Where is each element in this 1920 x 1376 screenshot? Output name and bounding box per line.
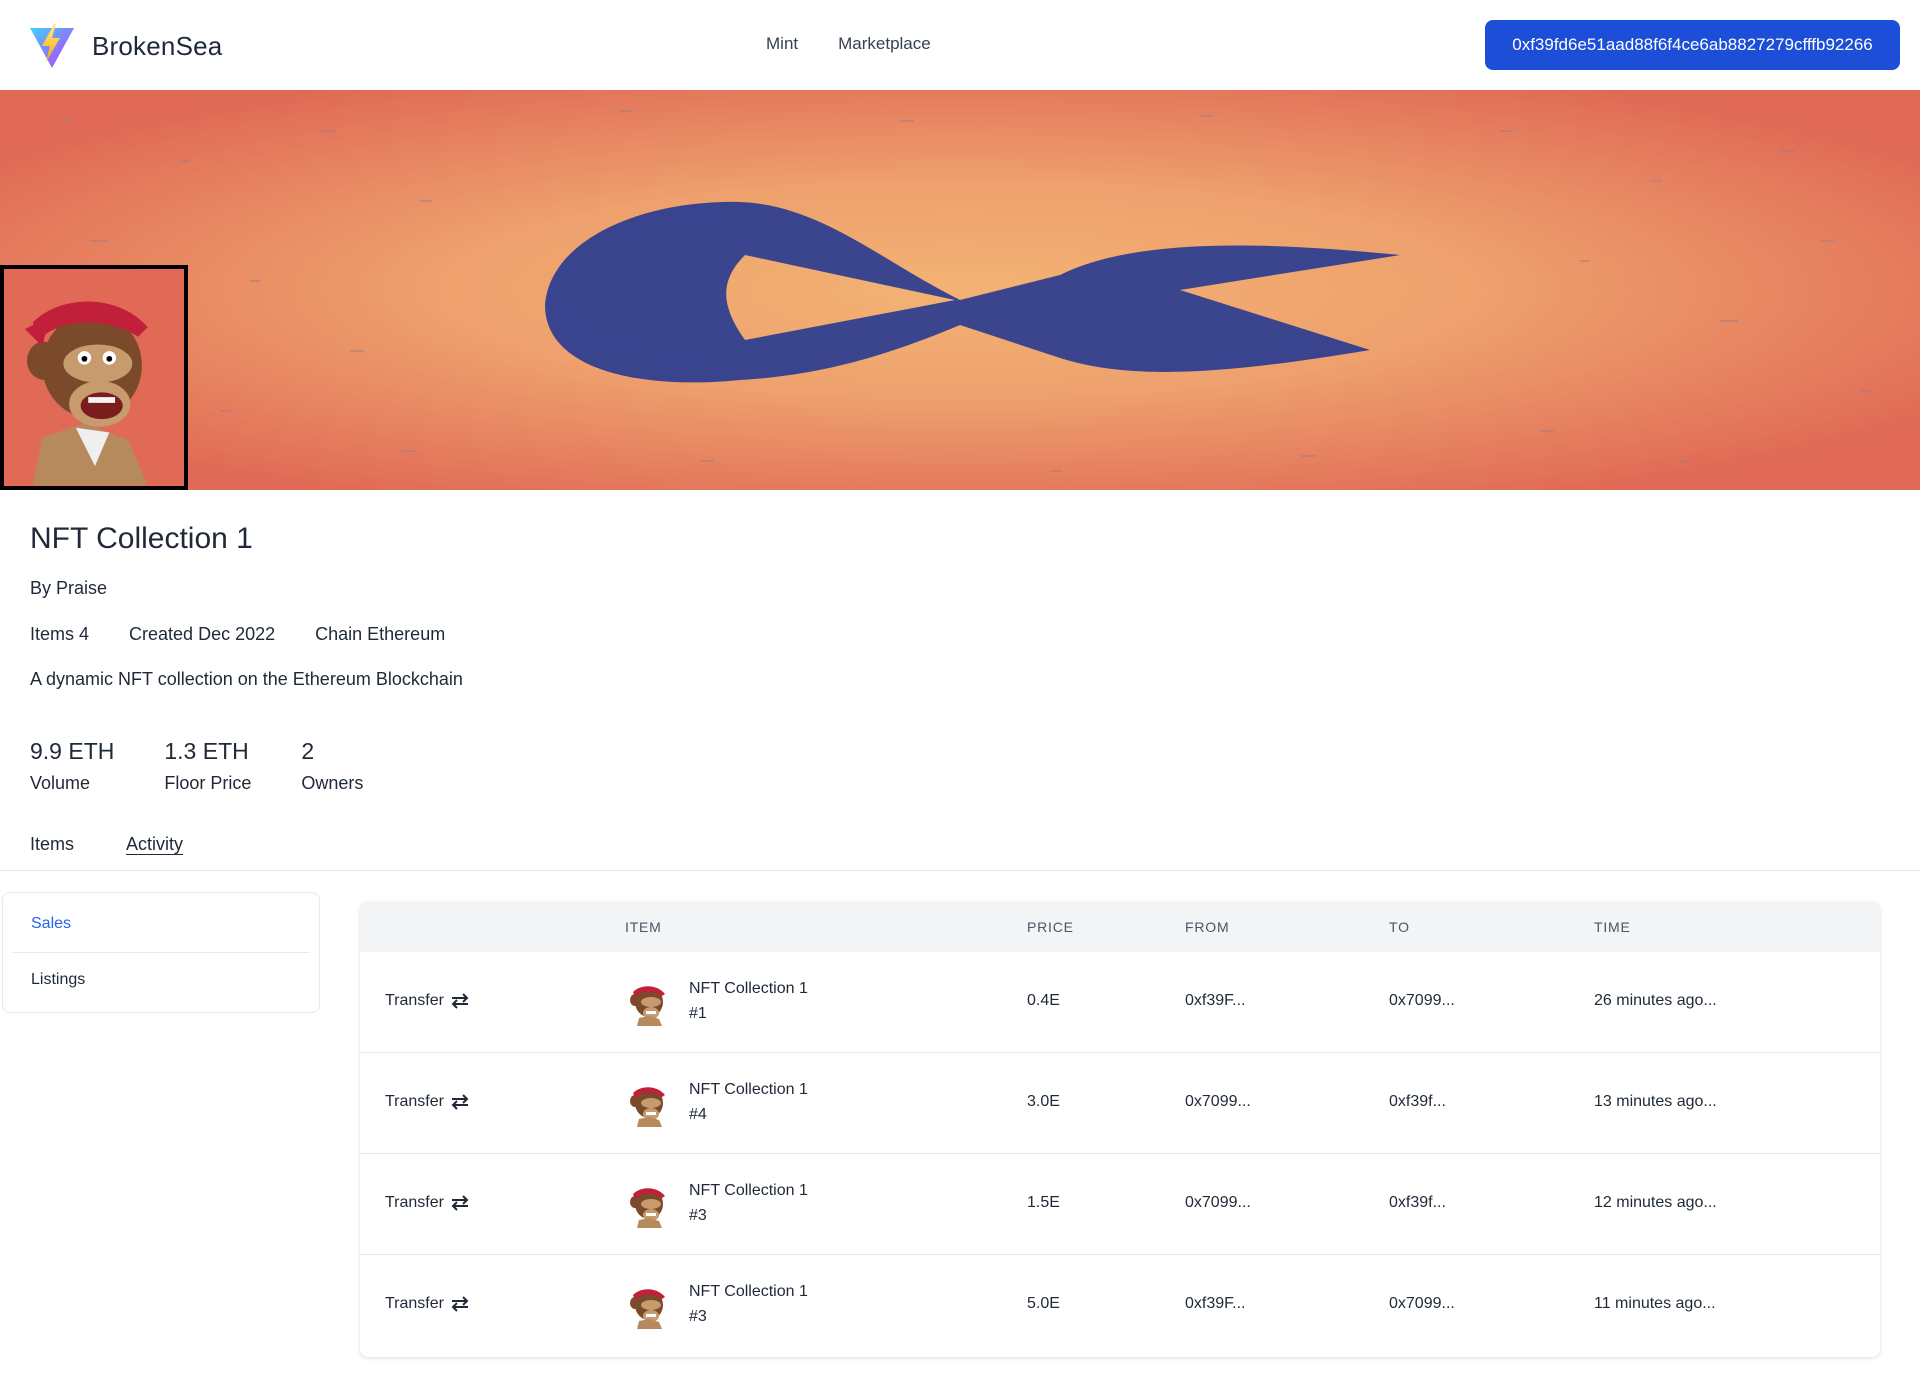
from-address[interactable]: 0xf39F... <box>1185 992 1245 1010</box>
tabs-divider <box>0 870 1920 871</box>
nft-thumbnail[interactable] <box>625 1182 671 1228</box>
collection-title: NFT Collection 1 <box>30 522 253 555</box>
table-row[interactable]: Transfer NFT Collection 1 #4 3.0E 0x7099… <box>360 1053 1880 1154</box>
transfer-arrows-icon <box>451 1094 469 1110</box>
sidebar-item-sales[interactable]: Sales <box>31 915 71 933</box>
event-cell: Transfer <box>385 1093 470 1111</box>
from-address[interactable]: 0x7099... <box>1185 1194 1251 1212</box>
sidebar-divider <box>13 952 309 953</box>
stat-volume: 9.9 ETH Volume <box>30 738 114 794</box>
stat-value: 1.3 ETH <box>164 738 249 764</box>
from-address[interactable]: 0x7099... <box>1185 1093 1251 1111</box>
time-cell: 11 minutes ago... <box>1594 1295 1716 1312</box>
to-address[interactable]: 0xf39f... <box>1389 1093 1446 1111</box>
header-item: ITEM <box>625 919 662 935</box>
item-token-id: #4 <box>689 1106 707 1123</box>
collection-created-date: Created Dec 2022 <box>129 624 276 644</box>
item-token-id: #1 <box>689 1005 707 1022</box>
item-token-id: #3 <box>689 1308 707 1325</box>
activity-table: ITEM PRICE FROM TO TIME Transfer NFT Col… <box>360 902 1880 1357</box>
tab-items[interactable]: Items <box>30 834 74 855</box>
event-cell: Transfer <box>385 1295 470 1313</box>
to-address[interactable]: 0x7099... <box>1389 1295 1455 1313</box>
header-time: TIME <box>1594 919 1631 935</box>
brand-name: BrokenSea <box>92 30 223 61</box>
collection-chain: Chain Ethereum <box>315 624 446 644</box>
collection-items-count: Items 4 <box>30 624 90 644</box>
table-header: ITEM PRICE FROM TO TIME <box>360 902 1880 952</box>
nav-link-mint[interactable]: Mint <box>766 34 798 54</box>
item-token-id: #3 <box>689 1207 707 1224</box>
collection-stats: 9.9 ETH Volume 1.3 ETH Floor Price 2 Own… <box>30 738 363 794</box>
table-row[interactable]: Transfer NFT Collection 1 #3 1.5E 0x7099… <box>360 1154 1880 1255</box>
sidebar-item-listings[interactable]: Listings <box>31 971 85 989</box>
nft-thumbnail[interactable] <box>625 980 671 1026</box>
transfer-arrows-icon <box>451 993 469 1009</box>
transfer-arrows-icon <box>451 1195 469 1211</box>
stat-label: Owners <box>301 773 364 793</box>
time-cell: 13 minutes ago... <box>1594 1093 1717 1110</box>
from-address[interactable]: 0xf39F... <box>1185 1295 1245 1313</box>
table-row[interactable]: Transfer NFT Collection 1 #1 0.4E 0xf39F… <box>360 952 1880 1053</box>
event-type: Transfer <box>385 1093 444 1110</box>
header-from: FROM <box>1185 919 1230 935</box>
collection-description: A dynamic NFT collection on the Ethereum… <box>30 669 463 689</box>
transfer-arrows-icon <box>451 1296 469 1312</box>
stat-label: Volume <box>30 773 91 793</box>
header-to: TO <box>1389 919 1410 935</box>
vite-logo-icon <box>30 24 74 68</box>
nav-link-marketplace[interactable]: Marketplace <box>838 34 931 54</box>
header-price: PRICE <box>1027 919 1074 935</box>
wallet-address-button[interactable]: 0xf39fd6e51aad88f6f4ce6ab8827279cfffb922… <box>1485 20 1900 70</box>
price-cell: 1.5E <box>1027 1194 1060 1211</box>
event-type: Transfer <box>385 1194 444 1211</box>
brand-home-link[interactable]: BrokenSea <box>28 22 222 70</box>
time-cell: 26 minutes ago... <box>1594 992 1717 1009</box>
stat-label: Floor Price <box>164 773 252 793</box>
item-name[interactable]: NFT Collection 1 <box>689 1283 808 1301</box>
stat-owners: 2 Owners <box>301 738 363 794</box>
price-cell: 0.4E <box>1027 992 1060 1009</box>
nav-links: Mint Marketplace <box>766 34 931 54</box>
banner-image <box>0 90 1920 490</box>
collection-info: NFT Collection 1 By Praise Items 4 Creat… <box>30 522 463 689</box>
event-type: Transfer <box>385 1295 444 1312</box>
item-name[interactable]: NFT Collection 1 <box>689 980 808 998</box>
collection-tabs: Items Activity <box>30 834 183 855</box>
to-address[interactable]: 0x7099... <box>1389 992 1455 1010</box>
stat-value: 9.9 ETH <box>30 738 115 764</box>
item-name[interactable]: NFT Collection 1 <box>689 1182 808 1200</box>
nft-thumbnail[interactable] <box>625 1081 671 1127</box>
collection-meta: Items 4 Created Dec 2022 Chain Ethereum <box>30 624 445 645</box>
stat-floor-price: 1.3 ETH Floor Price <box>164 738 251 794</box>
nft-thumbnail[interactable] <box>625 1283 671 1329</box>
ape-avatar-image <box>4 269 184 486</box>
table-row[interactable]: Transfer NFT Collection 1 #3 5.0E 0xf39F… <box>360 1255 1880 1356</box>
collection-creator: By Praise <box>30 578 108 598</box>
stat-value: 2 <box>301 738 315 764</box>
event-type: Transfer <box>385 992 444 1009</box>
price-cell: 5.0E <box>1027 1295 1060 1312</box>
event-cell: Transfer <box>385 992 470 1010</box>
activity-filter-sidebar: Sales Listings <box>2 892 320 1013</box>
collection-banner <box>0 90 1920 490</box>
navbar: BrokenSea Mint Marketplace 0xf39fd6e51aa… <box>0 0 1920 90</box>
time-cell: 12 minutes ago... <box>1594 1194 1717 1211</box>
item-name[interactable]: NFT Collection 1 <box>689 1081 808 1099</box>
to-address[interactable]: 0xf39f... <box>1389 1194 1446 1212</box>
collection-avatar <box>0 265 188 490</box>
tab-activity[interactable]: Activity <box>126 834 183 855</box>
event-cell: Transfer <box>385 1194 470 1212</box>
price-cell: 3.0E <box>1027 1093 1060 1110</box>
